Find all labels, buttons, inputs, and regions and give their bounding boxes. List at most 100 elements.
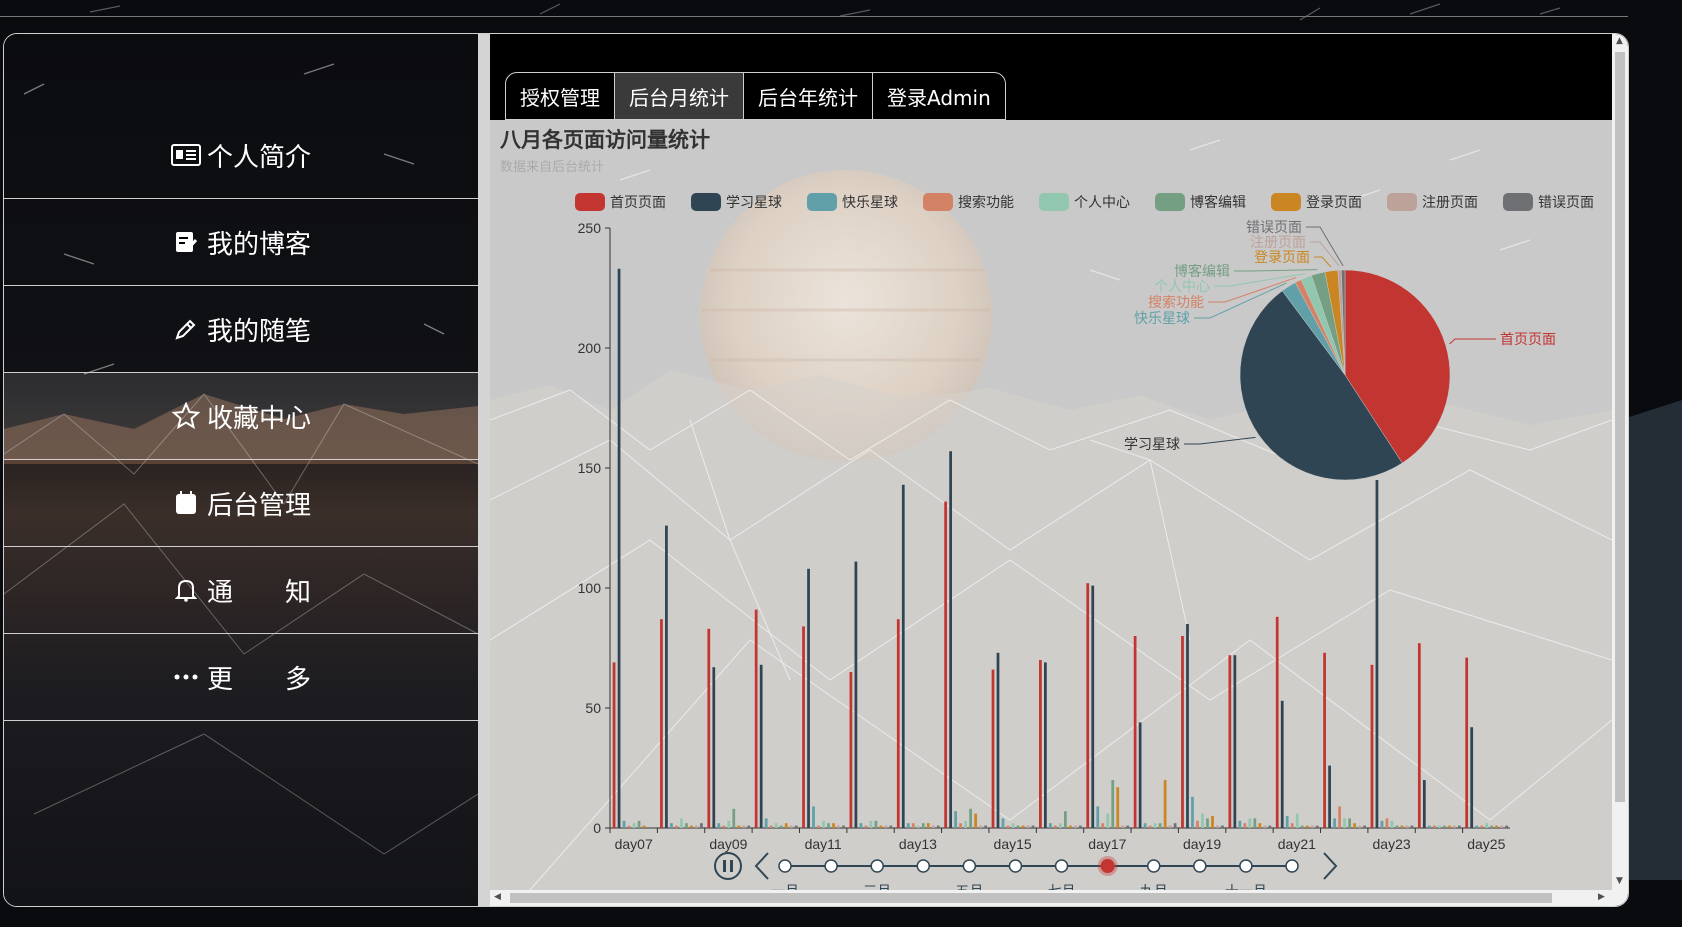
bar-错误页面[interactable]: [984, 825, 988, 828]
legend-swatch[interactable]: [1039, 193, 1069, 211]
bar-个人中心[interactable]: [1437, 825, 1441, 828]
bar-博客编辑[interactable]: [1016, 825, 1020, 828]
bar-个人中心[interactable]: [1343, 818, 1346, 828]
bar-个人中心[interactable]: [1485, 823, 1489, 828]
bar-首页页面[interactable]: [944, 501, 948, 828]
legend-item[interactable]: 登录页面: [1306, 194, 1362, 210]
bar-个人中心[interactable]: [1248, 818, 1252, 828]
bar-首页页面[interactable]: [1370, 664, 1374, 828]
sidebar-item-blog[interactable]: 我的博客: [4, 199, 478, 286]
bar-快乐星球[interactable]: [1096, 806, 1100, 828]
timeline-point[interactable]: [1054, 859, 1069, 873]
bar-个人中心[interactable]: [1295, 813, 1299, 828]
bar-注册页面[interactable]: [742, 825, 746, 828]
scroll-right-icon[interactable]: ▶: [1598, 892, 1605, 902]
bar-登录页面[interactable]: [690, 825, 693, 828]
legend-swatch[interactable]: [1271, 193, 1301, 211]
bar-错误页面[interactable]: [1457, 825, 1461, 828]
bar-错误页面[interactable]: [1079, 825, 1082, 828]
bar-错误页面[interactable]: [889, 825, 893, 828]
bar-搜索功能[interactable]: [864, 825, 868, 828]
bar-首页页面[interactable]: [849, 672, 853, 828]
legend-item[interactable]: 错误页面: [1538, 194, 1594, 210]
bar-快乐星球[interactable]: [1380, 820, 1384, 828]
bar-注册页面[interactable]: [1310, 825, 1314, 828]
tab-monthly-stats[interactable]: 后台月统计: [615, 73, 744, 119]
bar-注册页面[interactable]: [931, 825, 935, 828]
bar-首页页面[interactable]: [896, 619, 900, 828]
bar-搜索功能[interactable]: [675, 825, 678, 828]
legend-item[interactable]: 学习星球: [726, 194, 782, 210]
bar-登录页面[interactable]: [1400, 825, 1404, 828]
bar-个人中心[interactable]: [916, 825, 920, 828]
bar-快乐星球[interactable]: [812, 806, 815, 828]
timeline-label[interactable]: 一月: [771, 883, 799, 890]
bar-注册页面[interactable]: [1216, 825, 1219, 828]
bar-学习星球[interactable]: [1280, 700, 1284, 828]
bar-登录页面[interactable]: [642, 825, 646, 828]
horizontal-scroll-thumb[interactable]: [510, 893, 1552, 903]
bar-快乐星球[interactable]: [1238, 820, 1242, 828]
bar-博客编辑[interactable]: [1395, 825, 1399, 828]
bar-个人中心[interactable]: [1153, 823, 1157, 828]
bar-错误页面[interactable]: [1126, 825, 1130, 828]
bar-注册页面[interactable]: [1168, 825, 1172, 828]
bar-搜索功能[interactable]: [1432, 825, 1436, 828]
bar-快乐星球[interactable]: [1475, 825, 1479, 828]
bar-博客编辑[interactable]: [827, 823, 830, 828]
scroll-down-icon[interactable]: ▼: [1616, 876, 1623, 886]
bar-错误页面[interactable]: [1363, 825, 1366, 828]
bar-注册页面[interactable]: [695, 825, 698, 828]
timeline-point[interactable]: [778, 859, 792, 873]
bar-首页页面[interactable]: [1275, 616, 1279, 828]
bar-学习星球[interactable]: [1375, 480, 1379, 828]
bar-学习星球[interactable]: [901, 484, 905, 828]
bar-学习星球[interactable]: [1138, 722, 1142, 828]
legend-swatch[interactable]: [1503, 193, 1533, 211]
bar-快乐星球[interactable]: [1049, 823, 1052, 828]
bar-登录页面[interactable]: [1211, 816, 1214, 828]
bar-快乐星球[interactable]: [1191, 796, 1194, 828]
timeline-point[interactable]: [824, 859, 838, 873]
bar-学习星球[interactable]: [1091, 585, 1095, 828]
bar-快乐星球[interactable]: [670, 823, 673, 828]
timeline-prev-icon[interactable]: [754, 852, 769, 880]
sidebar-item-profile[interactable]: 个人简介: [4, 112, 478, 199]
bar-首页页面[interactable]: [1133, 636, 1137, 828]
bar-搜索功能[interactable]: [627, 825, 631, 828]
sidebar-item-admin[interactable]: 后台管理: [4, 460, 478, 547]
bar-个人中心[interactable]: [1059, 823, 1062, 828]
sidebar-item-essays[interactable]: 我的随笔: [4, 286, 478, 373]
timeline-point[interactable]: [916, 859, 931, 873]
vertical-scroll-thumb[interactable]: [1615, 52, 1625, 802]
bar-错误页面[interactable]: [936, 825, 940, 828]
bar-登录页面[interactable]: [1116, 787, 1120, 828]
bar-个人中心[interactable]: [1201, 813, 1204, 828]
bar-搜索功能[interactable]: [1148, 825, 1152, 828]
timeline-point[interactable]: [1146, 859, 1161, 873]
legend-swatch[interactable]: [1387, 193, 1417, 211]
legend-swatch[interactable]: [691, 193, 721, 211]
bar-搜索功能[interactable]: [1243, 823, 1247, 828]
legend-item[interactable]: 个人中心: [1074, 194, 1130, 210]
bar-登录页面[interactable]: [879, 825, 883, 828]
bar-搜索功能[interactable]: [1101, 823, 1105, 828]
bar-学习星球[interactable]: [1233, 655, 1237, 828]
bar-登录页面[interactable]: [926, 823, 930, 828]
timeline-point[interactable]: [962, 859, 977, 873]
bar-错误页面[interactable]: [1173, 823, 1177, 828]
bar-个人中心[interactable]: [774, 823, 778, 828]
legend-item[interactable]: 注册页面: [1422, 194, 1478, 210]
bar-登录页面[interactable]: [832, 823, 835, 828]
timeline-label[interactable]: 五月: [955, 883, 983, 890]
bar-错误页面[interactable]: [842, 825, 845, 828]
bar-学习星球[interactable]: [854, 561, 858, 828]
bar-博客编辑[interactable]: [779, 825, 783, 828]
bar-个人中心[interactable]: [1390, 820, 1394, 828]
bar-注册页面[interactable]: [979, 825, 983, 828]
bar-快乐星球[interactable]: [622, 820, 626, 828]
timeline-label[interactable]: 九月: [1140, 883, 1168, 890]
bar-博客编辑[interactable]: [1348, 818, 1351, 828]
bar-个人中心[interactable]: [1106, 813, 1110, 828]
bar-登录页面[interactable]: [1163, 780, 1167, 828]
